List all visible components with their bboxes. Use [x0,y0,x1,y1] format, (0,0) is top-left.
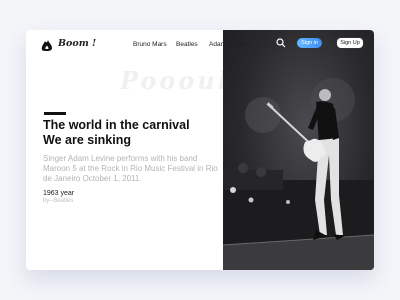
concert-photo-illustration [223,78,374,270]
headline-line-2: We are sinking [43,133,131,147]
concert-photo [223,30,374,270]
year-label: 1963 year [43,190,75,197]
headline-line-1: The world in the carnival [43,118,190,132]
nav-link-bruno-mars[interactable]: Bruno Mars [133,41,167,48]
description-text: Singer Adam Levine performs with his ban… [43,154,218,183]
nav-link-adam-levine[interactable]: Adam Levine [209,41,247,48]
boom-logo-icon[interactable] [40,38,54,52]
hero-card: Boom ! Bruno Mars Beatles Poooul The wor… [26,30,374,270]
nav-link-beatles[interactable]: Beatles [176,41,198,48]
headline: The world in the carnival We are sinking [43,118,223,148]
author-label: by--Beatles [43,198,74,204]
search-icon[interactable] [276,38,286,48]
sign-in-button[interactable]: Sign in [297,38,322,48]
brand-name[interactable]: Boom ! [58,38,96,49]
accent-bar [44,112,66,115]
sign-up-button[interactable]: Sign Up [336,37,364,49]
background-watermark: Poooul [120,66,230,95]
